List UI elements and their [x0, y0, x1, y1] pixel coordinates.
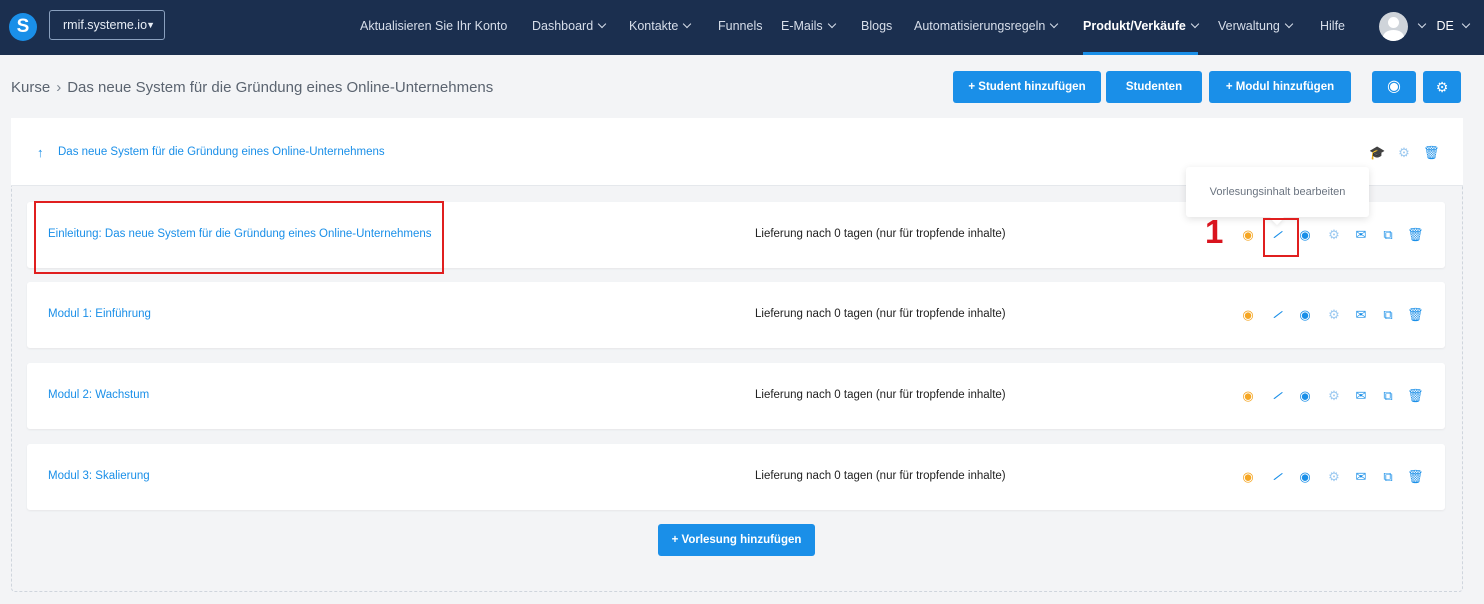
status-icon[interactable]: ◉: [1241, 470, 1255, 484]
nav-item-5[interactable]: E-Mails: [781, 0, 836, 55]
highlight-box-edit-button: [1263, 218, 1299, 257]
duplicate-icon[interactable]: ⧉: [1381, 228, 1395, 242]
lecture-name-link[interactable]: Modul 3: Skalierung: [48, 470, 150, 482]
breadcrumb-root[interactable]: Kurse: [11, 79, 50, 96]
breadcrumb: Kurse › Das neue System für die Gründung e…: [11, 79, 493, 96]
nav-item-label: Aktualisieren Sie Ihr Konto: [360, 19, 508, 33]
settings-icon[interactable]: ⚙: [1327, 389, 1341, 403]
nav-item-6[interactable]: Blogs: [861, 0, 892, 55]
nav-item-7[interactable]: Automatisierungsregeln: [914, 0, 1059, 55]
status-icon[interactable]: ◉: [1241, 308, 1255, 322]
settings-icon[interactable]: ⚙: [1327, 228, 1341, 242]
lecture-row: Modul 2: Wachstum Lieferung nach 0 tagen …: [27, 363, 1445, 429]
nav-item-3[interactable]: Kontakte: [629, 0, 692, 55]
lecture-delivery-text: Lieferung nach 0 tagen (nur für tropfend…: [755, 389, 1006, 401]
lecture-name-link[interactable]: Modul 2: Wachstum: [48, 389, 149, 401]
nav-item-label: Dashboard: [532, 19, 594, 33]
settings-icon[interactable]: ⚙: [1327, 308, 1341, 322]
chevron-down-icon: [1417, 19, 1427, 29]
email-icon[interactable]: ✉: [1354, 470, 1368, 484]
trash-icon[interactable]: 🗑: [1407, 228, 1424, 242]
status-icon[interactable]: ◉: [1241, 389, 1255, 403]
trash-icon[interactable]: 🗑: [1407, 308, 1424, 322]
eye-icon[interactable]: ◉: [1298, 228, 1312, 242]
edit-content-tooltip: Vorlesungsinhalt bearbeiten: [1186, 167, 1369, 217]
language-selector[interactable]: DE: [1413, 0, 1471, 55]
eye-icon: ◉: [1387, 78, 1401, 95]
chevron-down-icon: [1284, 19, 1294, 29]
chevron-right-icon: ›: [56, 79, 62, 96]
trash-icon[interactable]: 🗑: [1423, 146, 1440, 160]
step-number-label: 1: [1205, 213, 1224, 250]
highlight-box-lecture: [34, 201, 444, 274]
nav-item-label: Blogs: [861, 19, 893, 33]
lecture-delivery-text: Lieferung nach 0 tagen (nur für tropfend…: [755, 228, 1006, 240]
chevron-down-icon: [683, 19, 692, 29]
magic-wand-edit-icon[interactable]: ⁄: [1269, 306, 1287, 324]
add-student-button[interactable]: + Student hinzufügen: [953, 71, 1101, 103]
nav-item-4[interactable]: Funnels: [718, 0, 762, 55]
magic-wand-edit-icon[interactable]: ⁄: [1269, 387, 1287, 405]
gear-icon[interactable]: ⚙: [1397, 146, 1411, 160]
nav-item-label: Kontakte: [629, 19, 679, 33]
email-icon[interactable]: ✉: [1354, 389, 1368, 403]
magic-wand-edit-icon[interactable]: ⁄: [1269, 468, 1287, 486]
site-selector[interactable]: rmif.systeme.io ▼: [49, 10, 165, 40]
chevron-down-icon: [1050, 19, 1059, 29]
lecture-row: Modul 1: Einführung Lieferung nach 0 tage…: [27, 282, 1445, 348]
nav-item-label: Funnels: [718, 19, 763, 33]
nav-item-10[interactable]: Hilfe: [1320, 0, 1345, 55]
preview-eye-button[interactable]: ◉: [1372, 71, 1416, 103]
nav-item-label: Automatisierungsregeln: [914, 19, 1046, 33]
eye-icon[interactable]: ◉: [1298, 470, 1312, 484]
nav-item-9[interactable]: Verwaltung: [1218, 0, 1294, 55]
lecture-delivery-text: Lieferung nach 0 tagen (nur für tropfend…: [755, 308, 1006, 320]
nav-item-label: Produkt/Verkäufe: [1083, 19, 1186, 33]
nav-item-2[interactable]: Dashboard: [532, 0, 607, 55]
chevron-down-icon: [597, 19, 607, 29]
language-label: DE: [1436, 19, 1454, 33]
nav-item-1[interactable]: Aktualisieren Sie Ihr Konto: [360, 0, 507, 55]
nav-item-label: Verwaltung: [1218, 19, 1280, 33]
duplicate-icon[interactable]: ⧉: [1381, 308, 1395, 322]
course-settings-button[interactable]: ⚙: [1423, 71, 1461, 103]
graduation-cap-icon[interactable]: 🎓: [1369, 146, 1385, 160]
avatar[interactable]: [1379, 12, 1408, 41]
gear-icon: ⚙: [1435, 79, 1449, 95]
email-icon[interactable]: ✉: [1354, 228, 1368, 242]
arrow-up-icon[interactable]: ↑: [37, 145, 44, 160]
nav-item-8[interactable]: Produkt/Verkäufe: [1083, 0, 1200, 55]
duplicate-icon[interactable]: ⧉: [1381, 389, 1395, 403]
top-navbar: S rmif.systeme.io ▼ Aktualisieren Sie Ih…: [0, 0, 1484, 55]
students-button[interactable]: Studenten: [1106, 71, 1202, 103]
email-icon[interactable]: ✉: [1354, 308, 1368, 322]
eye-icon[interactable]: ◉: [1298, 308, 1312, 322]
lecture-name-link[interactable]: Modul 1: Einführung: [48, 308, 151, 320]
add-module-button[interactable]: + Modul hinzufügen: [1209, 71, 1351, 103]
trash-icon[interactable]: 🗑: [1407, 470, 1424, 484]
site-selector-label: rmif.systeme.io: [63, 18, 148, 32]
breadcrumb-current: Das neue System für die Gründung eines O…: [67, 79, 494, 96]
trash-icon[interactable]: 🗑: [1407, 389, 1424, 403]
nav-item-label: Hilfe: [1320, 19, 1346, 33]
eye-icon[interactable]: ◉: [1298, 389, 1312, 403]
duplicate-icon[interactable]: ⧉: [1381, 470, 1395, 484]
chevron-down-icon: [827, 19, 836, 29]
systeme-logo[interactable]: S: [9, 13, 37, 41]
add-lecture-button[interactable]: + Vorlesung hinzufügen: [658, 524, 815, 556]
settings-icon[interactable]: ⚙: [1327, 470, 1341, 484]
chevron-down-icon: [1462, 19, 1471, 29]
status-icon[interactable]: ◉: [1241, 228, 1255, 242]
lecture-delivery-text: Lieferung nach 0 tagen (nur für tropfend…: [755, 470, 1006, 482]
caret-down-icon: ▼: [146, 20, 155, 30]
course-title-link[interactable]: Das neue System für die Gründung eines O…: [58, 146, 385, 158]
nav-item-label: E-Mails: [781, 19, 823, 33]
chevron-down-icon: [1190, 19, 1200, 29]
lecture-row: Modul 3: Skalierung Lieferung nach 0 tage…: [27, 444, 1445, 510]
